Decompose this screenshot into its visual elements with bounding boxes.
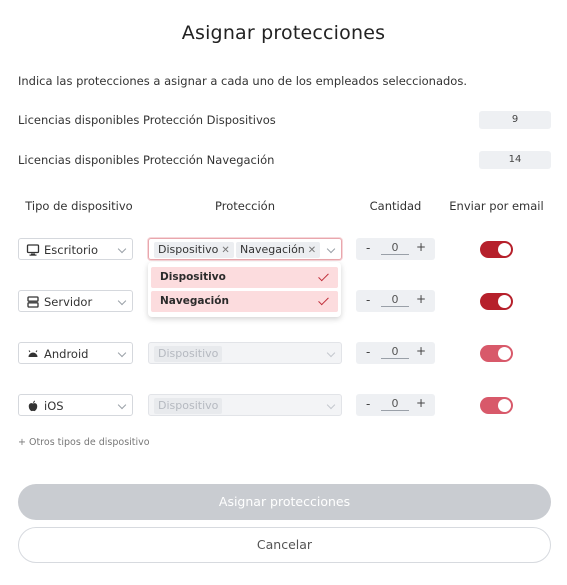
device-type-label: iOS xyxy=(44,399,64,413)
quantity-input[interactable]: 0 xyxy=(381,293,409,307)
toggle-knob xyxy=(498,243,511,256)
chevron-down-icon xyxy=(326,348,336,358)
device-type-label: Android xyxy=(44,347,89,361)
chevron-down-icon xyxy=(117,400,127,410)
license-row-devices: Licencias disponibles Protección Disposi… xyxy=(18,111,551,129)
server-icon xyxy=(27,296,39,308)
protection-tag: Dispositivo ✕ xyxy=(154,242,234,258)
license-count: 14 xyxy=(479,151,551,169)
protection-tag: Dispositivo xyxy=(154,346,223,362)
quantity-stepper: - 0 + xyxy=(356,342,435,364)
license-row-navigation: Licencias disponibles Protección Navegac… xyxy=(18,151,551,169)
protection-tag-label: Dispositivo xyxy=(158,347,219,360)
dialog-title: Asignar protecciones xyxy=(181,22,386,44)
toggle-knob xyxy=(498,347,511,360)
dropdown-option-dispositivo[interactable]: Dispositivo xyxy=(151,267,338,288)
protection-multiselect: Dispositivo xyxy=(148,342,342,364)
column-header-email: Enviar por email xyxy=(449,199,544,213)
quantity-stepper: - 0 + xyxy=(356,238,435,260)
check-icon xyxy=(318,270,329,282)
protection-tag: Dispositivo xyxy=(154,398,223,414)
quantity-input[interactable]: 0 xyxy=(381,241,409,255)
device-row-escritorio: Escritorio Dispositivo ✕ Navegación ✕ - 0 … xyxy=(18,238,551,260)
dropdown-option-navegacion[interactable]: Navegación xyxy=(151,291,338,312)
dialog-intro: Indica las protecciones a asignar a cada… xyxy=(18,74,467,88)
decrement-button[interactable]: - xyxy=(366,293,370,307)
decrement-button[interactable]: - xyxy=(366,241,370,255)
license-label: Licencias disponibles Protección Disposi… xyxy=(18,113,276,127)
device-row-android: Android Dispositivo - 0 + xyxy=(18,342,551,364)
dropdown-option-label: Dispositivo xyxy=(160,271,226,283)
increment-button[interactable]: + xyxy=(416,396,426,410)
chevron-down-icon xyxy=(117,348,127,358)
increment-button[interactable]: + xyxy=(416,240,426,254)
quantity-stepper: - 0 + xyxy=(356,290,435,312)
protection-tag: Navegación ✕ xyxy=(236,242,321,258)
license-label: Licencias disponibles Protección Navegac… xyxy=(18,153,275,167)
assign-protections-button[interactable]: Asignar protecciones xyxy=(18,484,551,520)
send-email-toggle[interactable] xyxy=(480,293,513,310)
license-count: 9 xyxy=(479,111,551,129)
decrement-button[interactable]: - xyxy=(366,397,370,411)
device-type-select[interactable]: Android xyxy=(18,342,133,364)
increment-button[interactable]: + xyxy=(416,344,426,358)
chevron-down-icon xyxy=(326,400,336,410)
increment-button[interactable]: + xyxy=(416,292,426,306)
column-header-quantity: Cantidad xyxy=(369,199,422,213)
device-type-label: Servidor xyxy=(44,295,93,309)
dropdown-option-label: Navegación xyxy=(160,295,229,307)
apple-icon xyxy=(28,400,38,412)
column-header-device-type: Tipo de dispositivo xyxy=(25,199,133,213)
protection-tag-label: Dispositivo xyxy=(158,243,219,256)
chevron-down-icon xyxy=(117,296,127,306)
send-email-toggle[interactable] xyxy=(480,345,513,362)
send-email-toggle[interactable] xyxy=(480,241,513,258)
add-other-device-types-link[interactable]: + Otros tipos de dispositivo xyxy=(18,437,150,448)
toggle-knob xyxy=(498,295,511,308)
protection-tag-label: Dispositivo xyxy=(158,399,219,412)
send-email-toggle[interactable] xyxy=(480,397,513,414)
device-type-select[interactable]: Escritorio xyxy=(18,238,133,260)
chevron-down-icon xyxy=(117,244,127,254)
decrement-button[interactable]: - xyxy=(366,345,370,359)
cancel-button[interactable]: Cancelar xyxy=(18,527,551,563)
android-icon xyxy=(28,350,38,357)
remove-tag-icon[interactable]: ✕ xyxy=(308,245,316,256)
check-icon xyxy=(318,294,329,306)
protection-tag-label: Navegación xyxy=(240,243,305,256)
remove-tag-icon[interactable]: ✕ xyxy=(221,245,229,256)
device-row-ios: iOS Dispositivo - 0 + xyxy=(18,394,551,416)
toggle-knob xyxy=(498,399,511,412)
device-type-select[interactable]: iOS xyxy=(18,394,133,416)
device-type-select[interactable]: Servidor xyxy=(18,290,133,312)
quantity-input[interactable]: 0 xyxy=(381,345,409,359)
quantity-input[interactable]: 0 xyxy=(381,397,409,411)
column-header-protection: Protección xyxy=(215,199,275,213)
desktop-icon xyxy=(26,244,40,256)
chevron-down-icon xyxy=(326,244,336,254)
protection-multiselect: Dispositivo xyxy=(148,394,342,416)
device-type-label: Escritorio xyxy=(44,243,99,257)
protection-dropdown-menu: Dispositivo Navegación xyxy=(148,262,341,317)
quantity-stepper: - 0 + xyxy=(356,394,435,416)
protection-multiselect[interactable]: Dispositivo ✕ Navegación ✕ xyxy=(148,238,342,260)
